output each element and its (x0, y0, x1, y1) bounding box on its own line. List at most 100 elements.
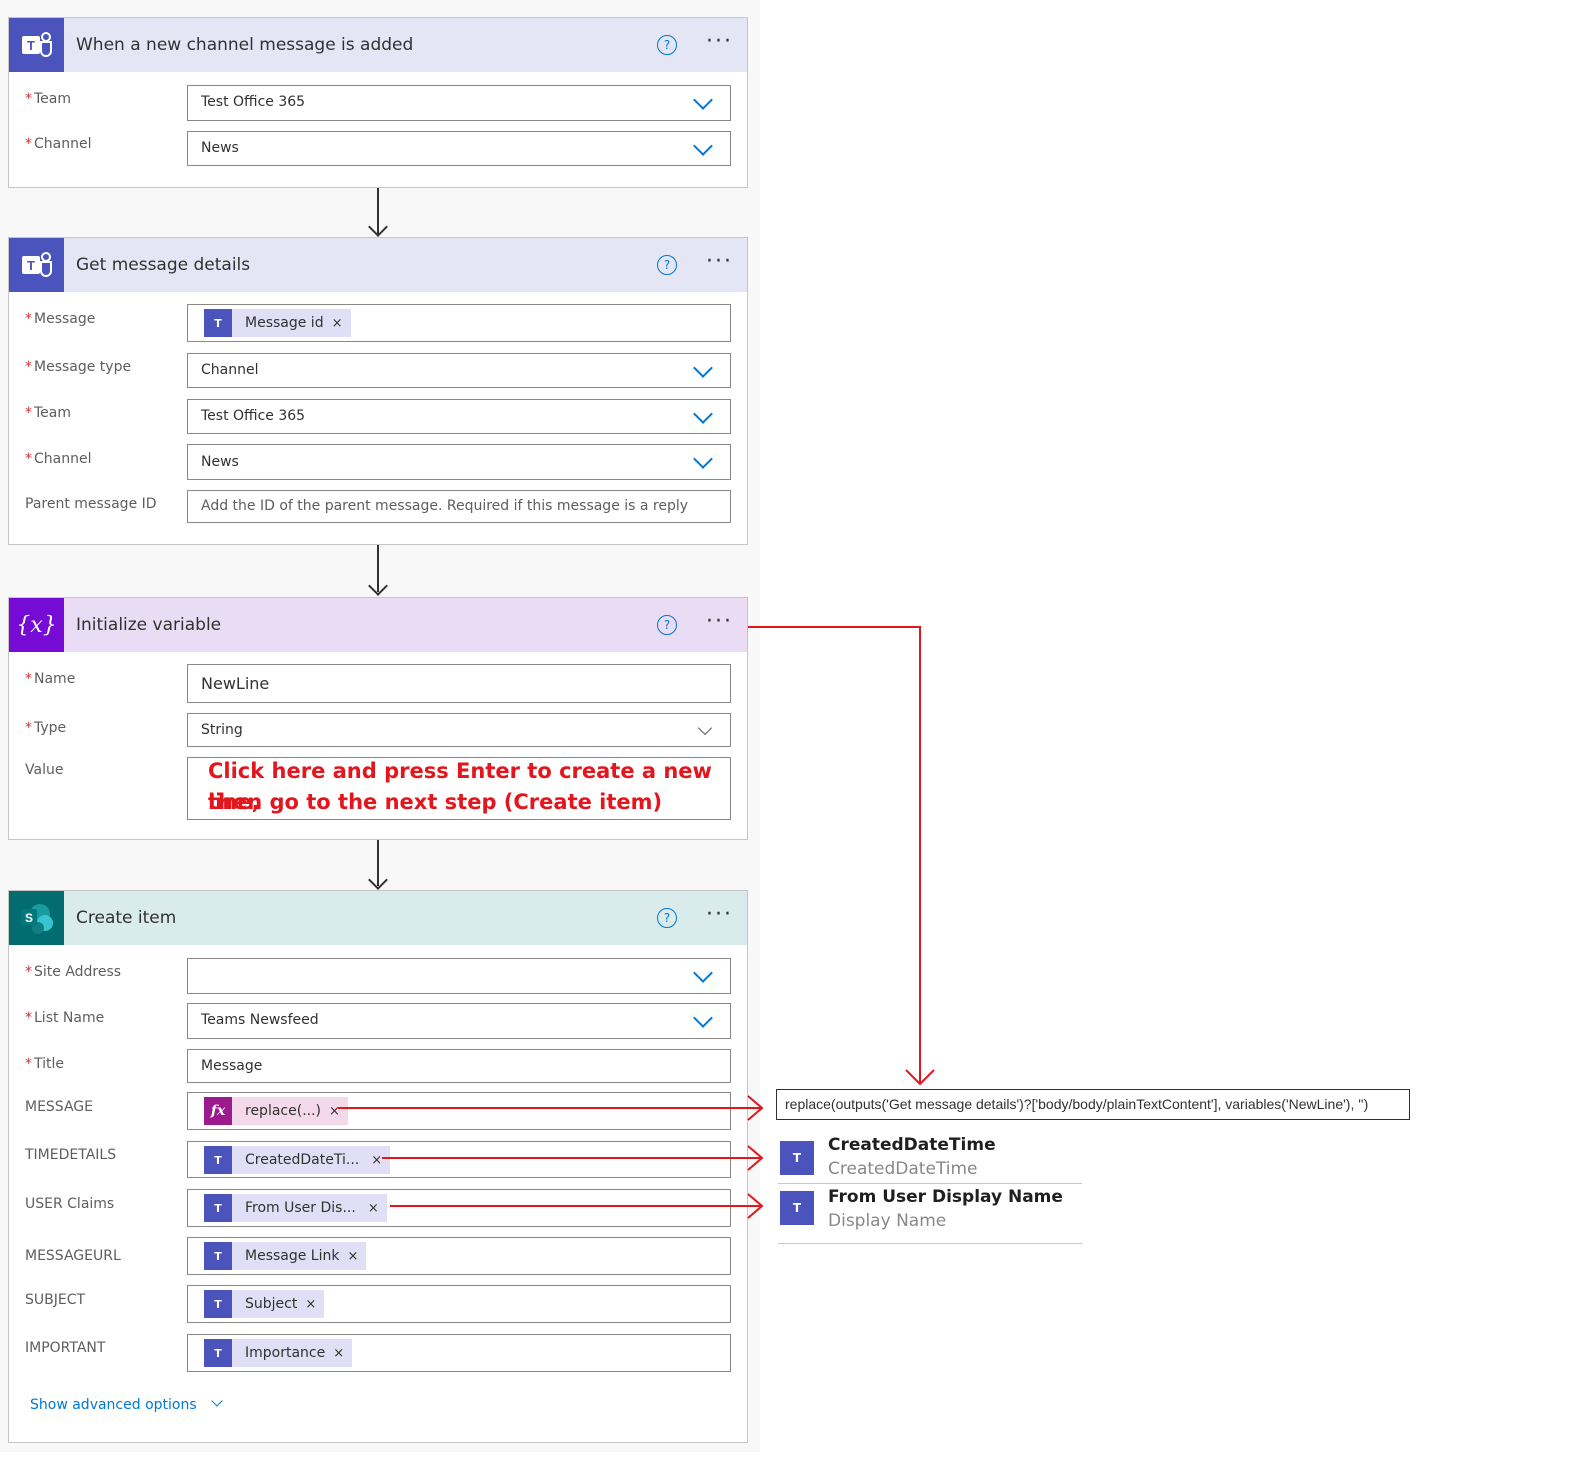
dynamic-content-item[interactable]: T From User Display Name Display Name (778, 1183, 1082, 1244)
annotation-arrowhead (905, 1069, 935, 1086)
subject-token[interactable]: T Subject × (204, 1290, 325, 1318)
user-claims-label: USER Claims (25, 1196, 115, 1212)
team-value: Test Office 365 (201, 94, 306, 110)
user-claims-input[interactable]: T From User Dis... × (187, 1189, 731, 1227)
close-icon[interactable]: × (329, 1104, 340, 1119)
more-options-icon[interactable]: ··· (706, 250, 733, 274)
chevron-down-icon (693, 1008, 713, 1028)
message-type-value: Channel (201, 362, 259, 378)
trigger-card: T When a new channel message is added ? … (8, 17, 748, 188)
svg-text:T: T (27, 258, 35, 273)
advanced-options-label: Show advanced options (30, 1397, 197, 1413)
more-options-icon[interactable]: ··· (706, 610, 733, 634)
type-value: String (201, 722, 243, 738)
teams-icon: T (204, 1146, 232, 1174)
create-item-card: S Create item ? ··· * Site Address * List … (8, 890, 748, 1443)
init-variable-title: Initialize variable (76, 615, 222, 635)
value-label: Value (25, 762, 64, 778)
site-address-dropdown[interactable] (187, 958, 731, 994)
message-type-label: * Message type (25, 359, 132, 375)
variable-icon: {x} (9, 598, 64, 652)
list-name-dropdown[interactable]: Teams Newsfeed (187, 1003, 731, 1039)
token-label: Importance (245, 1345, 326, 1361)
teams-icon: T (780, 1191, 814, 1225)
message-type-dropdown[interactable]: Channel (187, 353, 731, 388)
show-advanced-options-link[interactable]: Show advanced options (30, 1395, 223, 1413)
token-label: Message Link (245, 1248, 340, 1264)
team-label: * Team (25, 405, 72, 421)
value-input[interactable]: Click here and press Enter to create a n… (187, 757, 731, 820)
value-annotation-line2: then go to the next step (Create item) (208, 790, 663, 814)
timedetails-input[interactable]: T CreatedDateTi... × (187, 1141, 731, 1178)
dynamic-content-item[interactable]: T CreatedDateTime CreatedDateTime (778, 1131, 1082, 1184)
trigger-card-header[interactable]: T When a new channel message is added ? … (9, 18, 747, 72)
name-value: NewLine (201, 674, 270, 693)
from-user-token[interactable]: T From User Dis... × (204, 1194, 387, 1222)
chevron-down-icon (693, 136, 713, 156)
trigger-title: When a new channel message is added (76, 35, 414, 55)
title-input[interactable]: Message (187, 1049, 731, 1083)
close-icon[interactable]: × (347, 1249, 358, 1264)
name-input[interactable]: NewLine (187, 664, 731, 703)
important-input[interactable]: T Importance × (187, 1334, 731, 1372)
teams-icon: T (204, 1194, 232, 1222)
more-options-icon[interactable]: ··· (706, 30, 733, 54)
dynamic-content-subtitle: Display Name (828, 1211, 947, 1231)
teams-icon: T (204, 309, 232, 337)
created-datetime-token[interactable]: T CreatedDateTi... × (204, 1146, 391, 1174)
help-icon[interactable]: ? (657, 908, 677, 928)
parent-message-input[interactable]: Add the ID of the parent message. Requir… (187, 490, 731, 523)
subject-input[interactable]: T Subject × (187, 1285, 731, 1323)
create-item-card-header[interactable]: S Create item ? ··· (9, 891, 747, 945)
importance-token[interactable]: T Importance × (204, 1339, 353, 1367)
expression-popup: replace(outputs('Get message details')?[… (776, 1089, 1410, 1120)
close-icon[interactable]: × (368, 1201, 379, 1216)
help-icon[interactable]: ? (657, 615, 677, 635)
teams-icon: T (9, 18, 64, 72)
get-details-card-header[interactable]: T Get message details ? ··· (9, 238, 747, 292)
help-icon[interactable]: ? (657, 255, 677, 275)
channel-label: * Channel (25, 136, 92, 152)
svg-text:T: T (27, 38, 35, 53)
teams-icon: T (9, 238, 64, 292)
team-dropdown[interactable]: Test Office 365 (187, 85, 731, 121)
chevron-down-icon (693, 963, 713, 983)
close-icon[interactable]: × (333, 1346, 344, 1361)
replace-expression-token[interactable]: fx replace(...) × (204, 1097, 348, 1125)
channel-dropdown[interactable]: News (187, 131, 731, 166)
teams-icon: T (204, 1290, 232, 1318)
expression-text: replace(outputs('Get message details')?[… (785, 1096, 1369, 1112)
list-name-value: Teams Newsfeed (201, 1012, 319, 1028)
list-name-label: * List Name (25, 1010, 105, 1026)
team-dropdown[interactable]: Test Office 365 (187, 399, 731, 434)
messageurl-input[interactable]: T Message Link × (187, 1237, 731, 1275)
init-variable-card: {x} Initialize variable ? ··· * Name NewL… (8, 597, 748, 840)
team-label: * Team (25, 91, 72, 107)
teams-icon: T (204, 1242, 232, 1270)
help-icon[interactable]: ? (657, 35, 677, 55)
token-label: From User Dis... (245, 1200, 356, 1216)
message-link-token[interactable]: T Message Link × (204, 1242, 367, 1270)
message-column-input[interactable]: fx replace(...) × (187, 1092, 731, 1130)
chevron-down-icon (693, 404, 713, 424)
channel-dropdown[interactable]: News (187, 444, 731, 480)
type-dropdown[interactable]: String (187, 713, 731, 747)
close-icon[interactable]: × (332, 316, 343, 331)
token-label: replace(...) (245, 1103, 322, 1119)
sharepoint-icon: S (9, 891, 64, 945)
teams-icon: T (204, 1339, 232, 1367)
dynamic-content-subtitle: CreatedDateTime (828, 1159, 978, 1179)
parent-message-label: Parent message ID (25, 496, 157, 512)
close-icon[interactable]: × (305, 1297, 316, 1312)
more-options-icon[interactable]: ··· (706, 903, 733, 927)
message-id-token[interactable]: T Message id × (204, 309, 351, 337)
close-icon[interactable]: × (371, 1153, 382, 1168)
type-label: * Type (25, 720, 67, 736)
messageurl-label: MESSAGEURL (25, 1248, 121, 1264)
chevron-down-icon (697, 720, 713, 736)
message-field[interactable]: T Message id × (187, 304, 731, 342)
important-label: IMPORTANT (25, 1340, 106, 1356)
init-variable-card-header[interactable]: {x} Initialize variable ? ··· (9, 598, 747, 652)
get-details-card: T Get message details ? ··· * Message T M… (8, 237, 748, 545)
site-address-label: * Site Address (25, 964, 122, 980)
